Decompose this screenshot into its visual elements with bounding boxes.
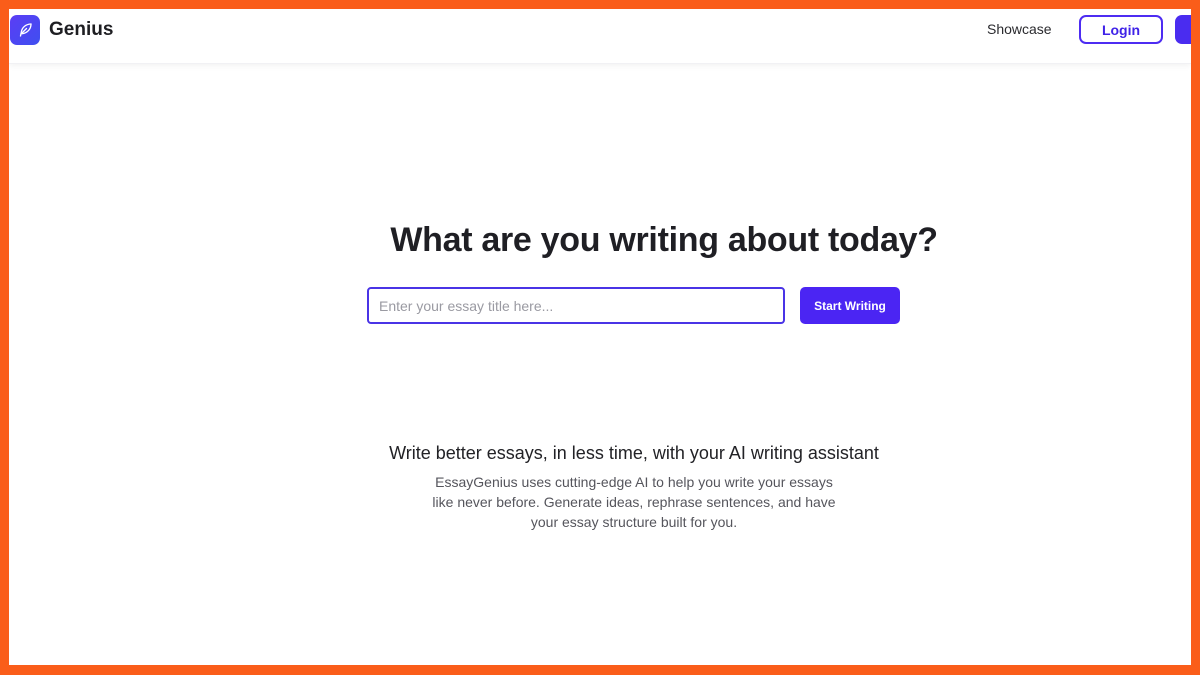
- start-writing-button[interactable]: Start Writing: [800, 287, 900, 324]
- brand-name[interactable]: Genius: [49, 19, 113, 41]
- top-navigation-bar: Genius Showcase Login: [9, 9, 1191, 64]
- value-proposition-heading: Write better essays, in less time, with …: [389, 443, 879, 463]
- essay-title-input[interactable]: [367, 287, 785, 324]
- nav-link-showcase[interactable]: Showcase: [987, 21, 1052, 37]
- logo-badge[interactable]: [10, 15, 40, 45]
- login-button[interactable]: Login: [1079, 15, 1163, 44]
- app-frame: Genius Showcase Login What are you writi…: [9, 9, 1191, 665]
- product-description: EssayGenius uses cutting-edge AI to help…: [432, 474, 836, 530]
- page-title: What are you writing about today?: [390, 221, 938, 259]
- feather-icon: [19, 23, 32, 37]
- signup-button-partial[interactable]: [1175, 15, 1191, 44]
